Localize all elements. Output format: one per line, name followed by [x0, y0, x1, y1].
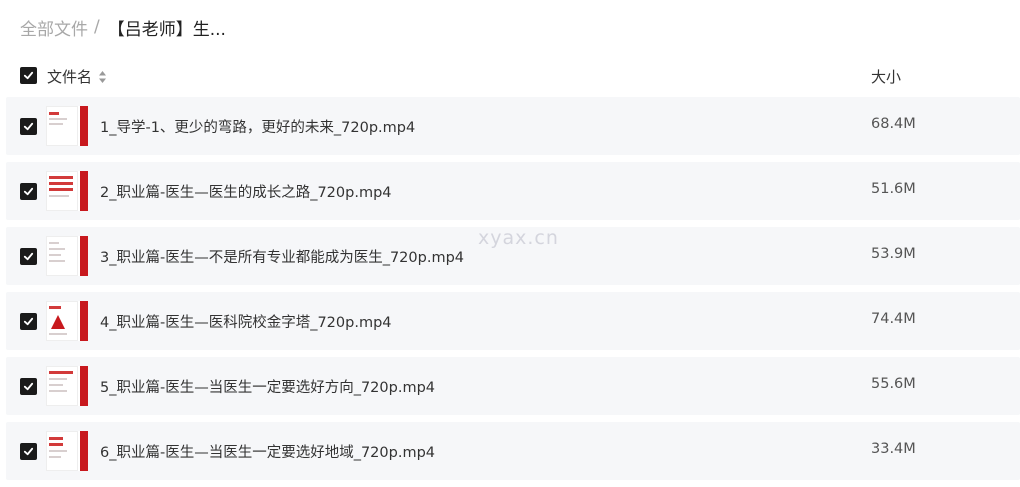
video-thumbnail [46, 171, 88, 211]
column-header-size[interactable]: 大小 [871, 66, 901, 87]
file-name[interactable]: 2_职业篇-医生—医生的成长之路_720p.mp4 [100, 181, 392, 202]
video-thumbnail [46, 106, 88, 146]
breadcrumb: 全部文件 / 【吕老师】生... [20, 14, 226, 40]
check-icon [23, 382, 34, 391]
check-icon [23, 71, 34, 80]
file-name[interactable]: 6_职业篇-医生—当医生一定要选好地域_720p.mp4 [100, 441, 435, 462]
file-size: 53.9M [871, 246, 916, 262]
file-size: 68.4M [871, 116, 916, 132]
file-name[interactable]: 1_导学-1、更少的弯路，更好的未来_720p.mp4 [100, 116, 415, 137]
row-checkbox[interactable] [20, 183, 37, 200]
check-icon [23, 252, 34, 261]
breadcrumb-current: 【吕老师】生... [107, 19, 226, 40]
file-name[interactable]: 5_职业篇-医生—当医生一定要选好方向_720p.mp4 [100, 376, 435, 397]
file-size: 74.4M [871, 311, 916, 327]
row-checkbox[interactable] [20, 248, 37, 265]
file-row[interactable]: 2_职业篇-医生—医生的成长之路_720p.mp4 51.6M [6, 162, 1020, 220]
check-icon [23, 317, 34, 326]
sort-icon[interactable] [98, 70, 107, 84]
file-list-header: 文件名 大小 [0, 58, 1020, 94]
file-row[interactable]: 5_职业篇-医生—当医生一定要选好方向_720p.mp4 55.6M [6, 357, 1020, 415]
video-thumbnail [46, 431, 88, 471]
column-header-name[interactable]: 文件名 [47, 66, 107, 87]
select-all-checkbox[interactable] [20, 67, 37, 84]
file-row[interactable]: 4_职业篇-医生—医科院校金字塔_720p.mp4 74.4M [6, 292, 1020, 350]
file-row[interactable]: 1_导学-1、更少的弯路，更好的未来_720p.mp4 68.4M [6, 97, 1020, 155]
column-header-name-label: 文件名 [47, 68, 93, 86]
file-size: 33.4M [871, 441, 916, 457]
check-icon [23, 187, 34, 196]
video-thumbnail [46, 236, 88, 276]
row-checkbox[interactable] [20, 378, 37, 395]
file-row[interactable]: 3_职业篇-医生—不是所有专业都能成为医生_720p.mp4 53.9M [6, 227, 1020, 285]
video-thumbnail [46, 366, 88, 406]
file-name[interactable]: 4_职业篇-医生—医科院校金字塔_720p.mp4 [100, 311, 392, 332]
row-checkbox[interactable] [20, 313, 37, 330]
check-icon [23, 122, 34, 131]
check-icon [23, 447, 34, 456]
file-size: 55.6M [871, 376, 916, 392]
breadcrumb-separator: / [94, 17, 100, 37]
video-thumbnail [46, 301, 88, 341]
file-row[interactable]: 6_职业篇-医生—当医生一定要选好地域_720p.mp4 33.4M [6, 422, 1020, 480]
row-checkbox[interactable] [20, 118, 37, 135]
breadcrumb-root-link[interactable]: 全部文件 [20, 15, 88, 40]
file-size: 51.6M [871, 181, 916, 197]
file-name[interactable]: 3_职业篇-医生—不是所有专业都能成为医生_720p.mp4 [100, 246, 464, 267]
row-checkbox[interactable] [20, 443, 37, 460]
file-list: 1_导学-1、更少的弯路，更好的未来_720p.mp4 68.4M 2_职业篇-… [0, 97, 1020, 487]
